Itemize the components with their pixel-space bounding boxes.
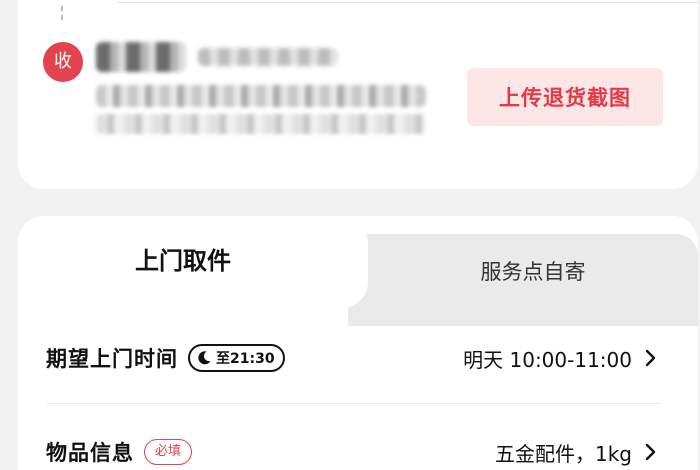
receiver-address-redacted-line-1 <box>96 85 426 107</box>
return-shipping-page: 收 上传退货截图 上门取件 服务点自寄 期望上门时间 至21:30 明天 10:… <box>0 0 700 470</box>
night-service-badge: 至21:30 <box>188 344 285 372</box>
card-divider <box>118 2 698 3</box>
receiver-address-card: 收 上传退货截图 <box>18 0 698 189</box>
moon-icon <box>198 351 211 365</box>
item-info-row[interactable]: 物品信息 必填 五金配件，1kg <box>46 422 656 470</box>
item-info-value: 五金配件，1kg <box>494 441 632 466</box>
receiver-badge: 收 <box>43 42 83 82</box>
chevron-right-icon <box>645 443 656 461</box>
item-info-value-group: 五金配件，1kg <box>495 438 656 467</box>
receiver-address-redacted-line-2 <box>96 114 426 134</box>
timeline-connector <box>61 6 63 20</box>
pickup-time-value-group: 明天 10:00-11:00 <box>463 344 656 373</box>
night-service-badge-text: 至21:30 <box>216 351 275 367</box>
pickup-options-card: 上门取件 服务点自寄 期望上门时间 至21:30 明天 10:00-11:00 … <box>18 216 698 470</box>
upload-return-screenshot-button[interactable]: 上传退货截图 <box>467 68 663 126</box>
pickup-time-row[interactable]: 期望上门时间 至21:30 明天 10:00-11:00 <box>46 328 656 388</box>
tab-home-pickup[interactable]: 上门取件 <box>18 216 348 308</box>
item-info-label: 物品信息 <box>46 441 134 465</box>
pickup-time-label: 期望上门时间 <box>46 347 178 371</box>
pickup-time-value: 明天 10:00-11:00 <box>463 347 632 372</box>
receiver-name-redacted <box>96 42 186 72</box>
receiver-phone-redacted <box>198 48 338 66</box>
tab-service-point-dropoff[interactable]: 服务点自寄 <box>368 234 698 308</box>
row-divider <box>46 403 660 404</box>
chevron-right-icon <box>645 349 656 367</box>
required-tag: 必填 <box>144 439 193 465</box>
